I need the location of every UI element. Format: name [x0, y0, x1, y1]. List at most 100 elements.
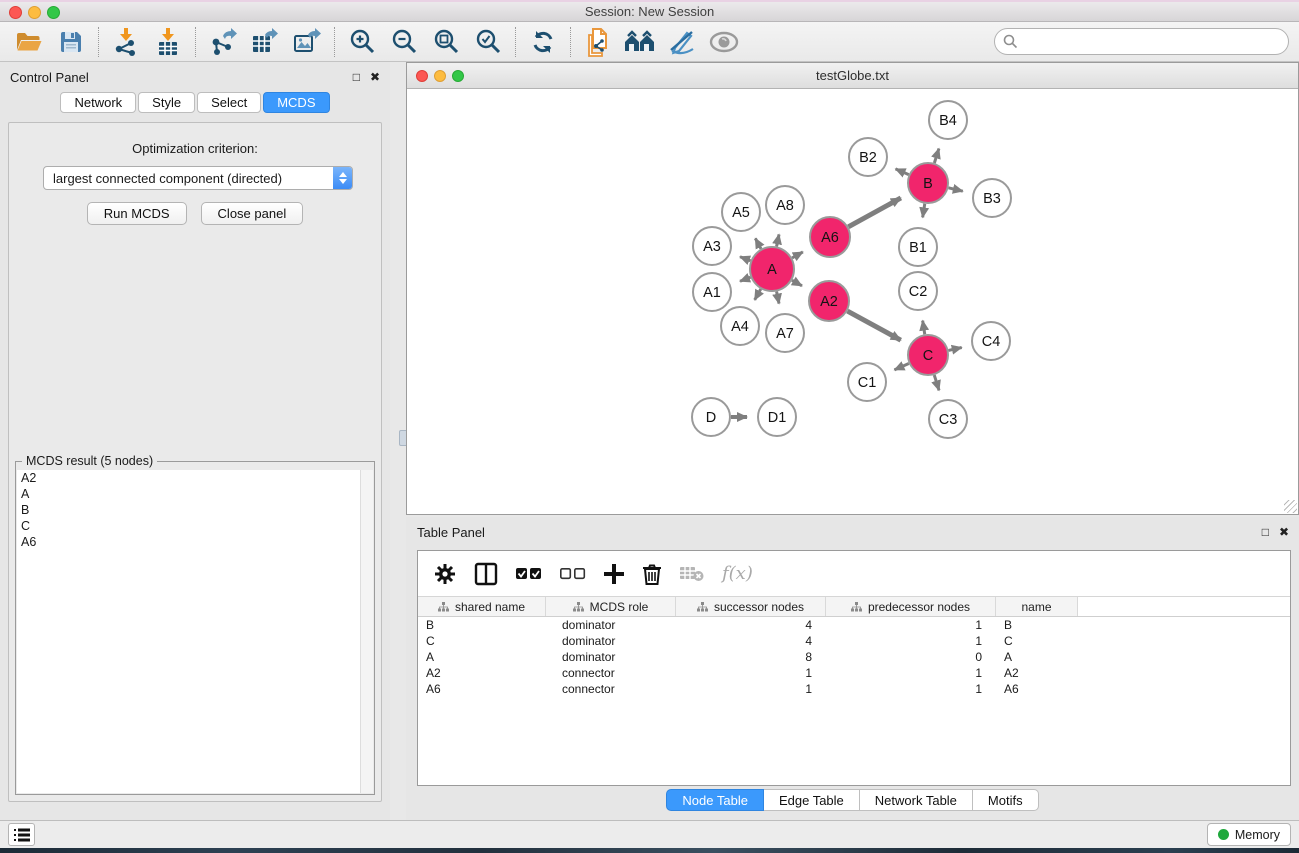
task-history-button[interactable]: [8, 823, 35, 846]
close-window-button[interactable]: [9, 6, 22, 19]
table-row[interactable]: Bdominator41B: [418, 617, 1290, 633]
graph-edge-C-C1[interactable]: [894, 363, 908, 369]
run-mcds-button[interactable]: Run MCDS: [87, 202, 187, 225]
graph-edge-A-A8[interactable]: [777, 234, 779, 246]
open-file-icon[interactable]: [8, 24, 50, 60]
create-column-icon[interactable]: [604, 564, 624, 584]
table-row[interactable]: A6connector11A6: [418, 681, 1290, 697]
import-network-icon[interactable]: [105, 24, 147, 60]
graph-edge-A-A2[interactable]: [792, 280, 802, 286]
graph-edge-A-A7[interactable]: [777, 292, 779, 304]
column-header-mcds-role[interactable]: MCDS role: [546, 597, 676, 616]
zoom-in-icon[interactable]: [341, 24, 383, 60]
tab-network-table[interactable]: Network Table: [860, 789, 973, 811]
result-item[interactable]: A6: [17, 534, 373, 550]
show-graphics-details-icon[interactable]: [703, 24, 745, 60]
mcds-result-list[interactable]: A2ABCA6: [17, 470, 373, 793]
delete-table-icon[interactable]: [680, 565, 704, 583]
delete-columns-icon[interactable]: [642, 563, 662, 585]
first-neighbors-icon[interactable]: [619, 24, 661, 60]
control-panel-title: Control Panel: [10, 70, 89, 85]
column-header-name[interactable]: name: [996, 597, 1078, 616]
graph-edge-A-A4[interactable]: [755, 289, 761, 300]
clone-network-icon[interactable]: [577, 24, 619, 60]
graph-edge-C-C2[interactable]: [923, 321, 925, 335]
resize-handle-icon[interactable]: [1284, 500, 1297, 513]
save-session-icon[interactable]: [50, 24, 92, 60]
control-tab-network[interactable]: Network: [60, 92, 136, 113]
result-scrollbar[interactable]: [360, 470, 373, 793]
graph-node-label: D1: [768, 410, 787, 426]
application-window: Session: New Session: [0, 0, 1299, 853]
control-tab-mcds[interactable]: MCDS: [263, 92, 329, 113]
graph-edge-A-A1[interactable]: [740, 277, 751, 281]
control-tab-select[interactable]: Select: [197, 92, 261, 113]
close-table-panel-icon[interactable]: ✖: [1279, 526, 1289, 538]
graph-node-label: A2: [820, 294, 838, 310]
criterion-dropdown[interactable]: largest connected component (directed): [43, 166, 353, 190]
desktop-wallpaper: [0, 848, 1299, 853]
network-window-titlebar[interactable]: testGlobe.txt: [407, 63, 1298, 89]
table-row[interactable]: A2connector11A2: [418, 665, 1290, 681]
graph-edge-A2-C[interactable]: [847, 311, 900, 340]
tab-edge-table[interactable]: Edge Table: [764, 789, 860, 811]
result-item[interactable]: C: [17, 518, 373, 534]
select-all-columns-icon[interactable]: [516, 567, 542, 581]
graph-edge-B-B3[interactable]: [948, 188, 962, 191]
table-row[interactable]: Adominator80A: [418, 649, 1290, 665]
control-tab-style[interactable]: Style: [138, 92, 195, 113]
graph-node-label: A5: [732, 205, 750, 221]
network-close-button[interactable]: [416, 70, 428, 82]
memory-button[interactable]: Memory: [1207, 823, 1291, 846]
network-zoom-button[interactable]: [452, 70, 464, 82]
search-input[interactable]: [1023, 34, 1288, 49]
column-header-predecessor-nodes[interactable]: predecessor nodes: [826, 597, 996, 616]
float-panel-icon[interactable]: □: [353, 71, 360, 83]
split-panel-icon[interactable]: [474, 562, 498, 586]
float-table-panel-icon[interactable]: □: [1262, 526, 1269, 538]
zoom-window-button[interactable]: [47, 6, 60, 19]
minimize-window-button[interactable]: [28, 6, 41, 19]
graph-edge-A-A3[interactable]: [740, 257, 751, 261]
zoom-selected-icon[interactable]: [467, 24, 509, 60]
close-panel-icon[interactable]: ✖: [370, 71, 380, 83]
tab-node-table[interactable]: Node Table: [666, 789, 764, 811]
result-item[interactable]: A2: [17, 470, 373, 486]
graph-node-label: B1: [909, 240, 927, 256]
export-network-icon[interactable]: [202, 24, 244, 60]
column-header-successor-nodes[interactable]: successor nodes: [676, 597, 826, 616]
tree-icon: [573, 602, 584, 612]
graph-edge-A-A5[interactable]: [755, 238, 761, 248]
export-table-icon[interactable]: [244, 24, 286, 60]
zoom-fit-icon[interactable]: [425, 24, 467, 60]
graph-edge-B-B4[interactable]: [934, 149, 939, 163]
table-cell: connector: [546, 681, 676, 697]
graph-edge-C-C4[interactable]: [948, 348, 961, 351]
criterion-dropdown-value: largest connected component (directed): [53, 171, 282, 186]
table-row[interactable]: Cdominator41C: [418, 633, 1290, 649]
export-image-icon[interactable]: [286, 24, 328, 60]
function-builder-icon[interactable]: f(x): [722, 563, 753, 584]
refresh-view-icon[interactable]: [522, 24, 564, 60]
graph-edge-A-A6[interactable]: [792, 252, 803, 258]
table-settings-icon[interactable]: [434, 563, 456, 585]
unselect-all-columns-icon[interactable]: [560, 567, 586, 581]
graph-edge-C-C3[interactable]: [934, 375, 939, 390]
zoom-out-icon[interactable]: [383, 24, 425, 60]
search-field[interactable]: [994, 28, 1289, 55]
result-item[interactable]: A: [17, 486, 373, 502]
table-cell: A: [996, 649, 1078, 665]
graph-edge-A6-B[interactable]: [848, 198, 900, 227]
table-cell: B: [418, 617, 546, 633]
graph-edge-B-B2[interactable]: [896, 169, 909, 175]
graph-edge-B-B1[interactable]: [923, 204, 925, 218]
network-window-title: testGlobe.txt: [816, 68, 889, 83]
import-table-icon[interactable]: [147, 24, 189, 60]
close-panel-button[interactable]: Close panel: [201, 202, 304, 225]
hide-labels-icon[interactable]: [661, 24, 703, 60]
network-canvas[interactable]: AA1A2A3A4A5A6A7A8BB1B2B3B4CC1C2C3C4DD1: [408, 89, 1297, 513]
network-minimize-button[interactable]: [434, 70, 446, 82]
result-item[interactable]: B: [17, 502, 373, 518]
tab-motifs[interactable]: Motifs: [973, 789, 1039, 811]
column-header-shared-name[interactable]: shared name: [418, 597, 546, 616]
